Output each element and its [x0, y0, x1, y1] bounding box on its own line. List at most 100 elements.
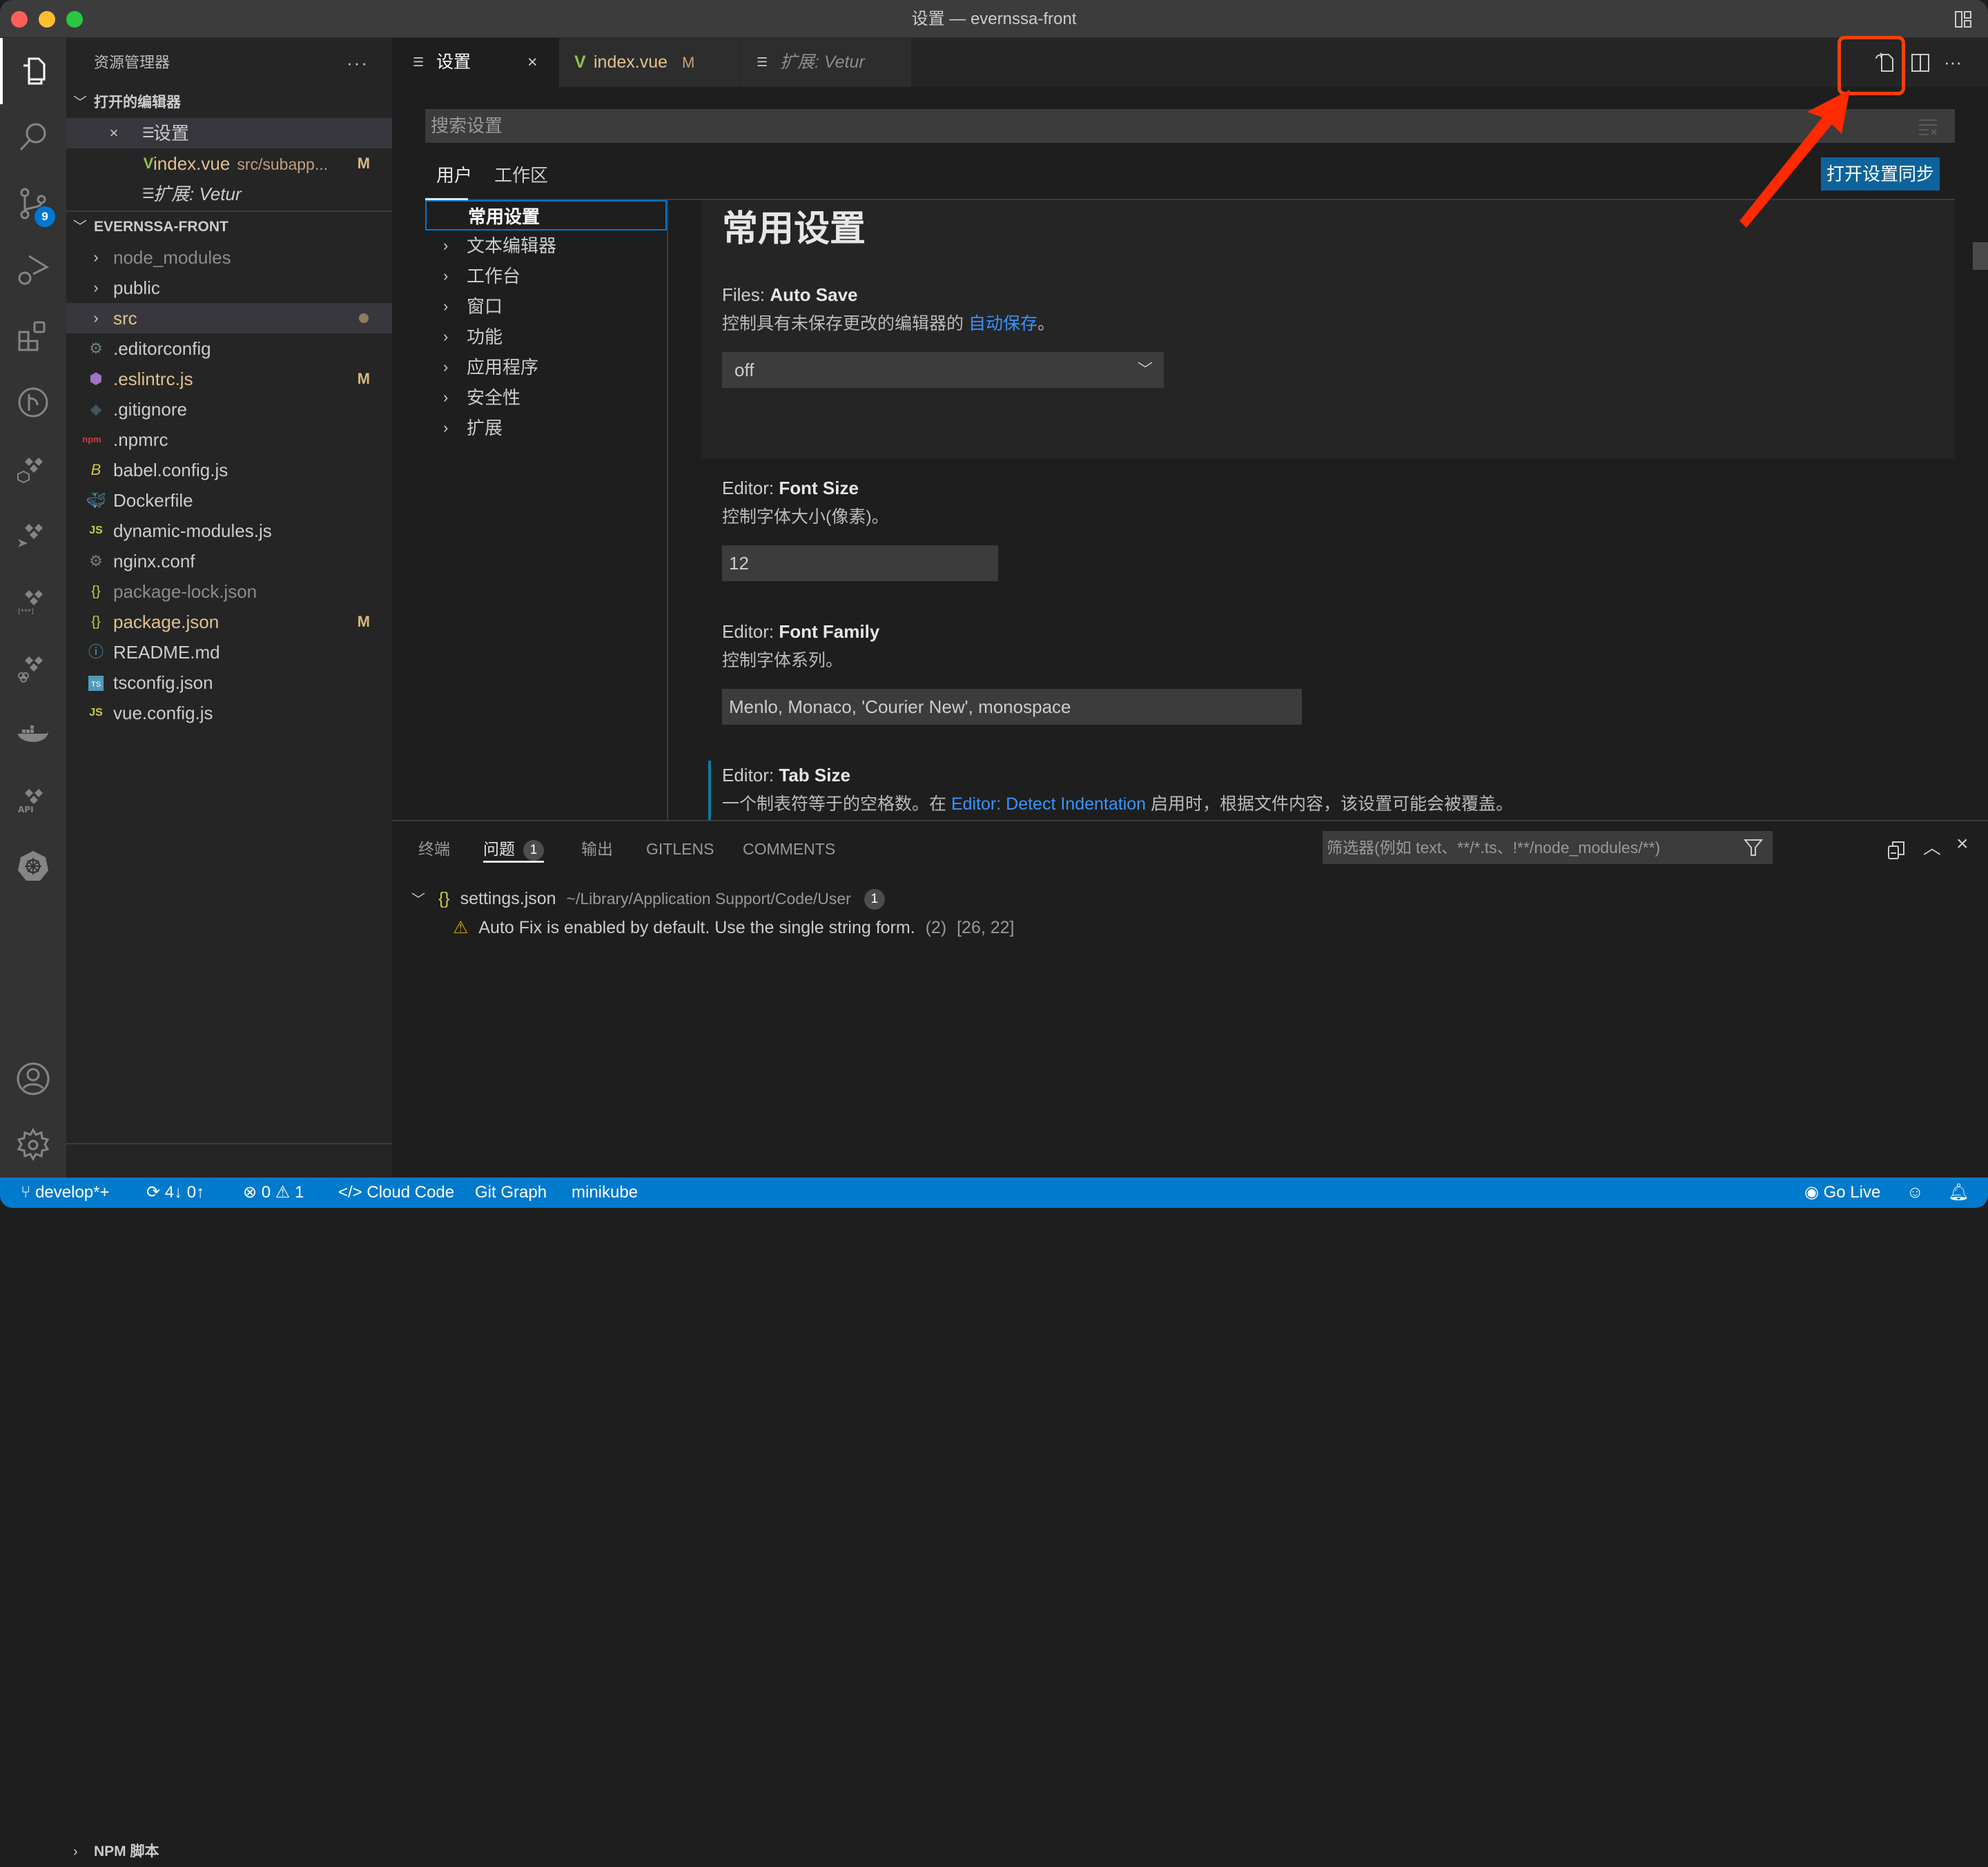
detect-indentation-link[interactable]: Editor: Detect Indentation: [951, 794, 1146, 814]
git-icon: ◆: [90, 400, 102, 418]
scope-user-tab[interactable]: 用户: [436, 162, 472, 189]
toc-item[interactable]: 常用设置: [425, 200, 667, 231]
status-bar: ⑂ develop*+ ⟳ 4↓ 0↑ ⊗ 0 ⚠ 1 </> Cloud Co…: [0, 1177, 1988, 1208]
error-icon: ⊗: [243, 1183, 262, 1202]
tree-folder[interactable]: › public: [66, 273, 392, 303]
more-actions-icon[interactable]: ···: [347, 38, 369, 88]
activity-explorer[interactable]: [0, 38, 66, 104]
filter-icon[interactable]: [1744, 838, 1763, 857]
tree-label: src: [113, 308, 137, 329]
toc-item[interactable]: › 安全性: [425, 382, 667, 413]
collapse-all-icon[interactable]: [1886, 839, 1908, 861]
tree-file[interactable]: ⚙ nginx.conf: [66, 546, 392, 576]
tab-settings[interactable]: ☰ 设置 ×: [392, 38, 559, 87]
tree-folder[interactable]: › node_modules: [66, 242, 392, 273]
tab-index-vue[interactable]: V index.vue M: [559, 38, 740, 87]
split-editor-icon[interactable]: [1911, 53, 1930, 72]
panel-tab-terminal[interactable]: 终端: [418, 835, 450, 863]
vue-icon: V: [574, 52, 586, 72]
activity-manage[interactable]: [0, 1112, 66, 1178]
close-panel-icon[interactable]: ×: [1956, 832, 1969, 856]
activity-cloud-code-run[interactable]: [0, 502, 66, 568]
auto-save-link[interactable]: 自动保存: [968, 314, 1037, 333]
tree-file[interactable]: {} package-lock.json: [66, 576, 392, 607]
panel-tab-problems[interactable]: 问题 1: [483, 835, 544, 863]
auto-save-select[interactable]: off ﹀: [722, 352, 1164, 388]
activity-extensions[interactable]: [0, 303, 66, 369]
sync-status[interactable]: ⟳ 4↓ 0↑: [146, 1177, 204, 1208]
toc-item[interactable]: › 文本编辑器: [425, 231, 667, 261]
section-label: 打开的编辑器: [94, 95, 181, 110]
font-family-input[interactable]: Menlo, Monaco, 'Courier New', monospace: [722, 689, 1302, 725]
tree-file[interactable]: Bbabel.config.js: [66, 455, 392, 485]
toc-item[interactable]: › 功能: [425, 322, 667, 352]
tree-file[interactable]: npm .npmrc: [66, 424, 392, 455]
activity-kubernetes[interactable]: [0, 833, 66, 899]
activity-cloud-code-apis[interactable]: [0, 634, 66, 701]
close-icon[interactable]: ×: [104, 118, 124, 148]
setting-title: Editor: Font Family: [722, 621, 880, 642]
panel-tab-gitlens[interactable]: GITLENS: [646, 835, 714, 863]
activity-cloud-code-secrets[interactable]: [***]: [0, 568, 66, 634]
close-icon[interactable]: ×: [527, 38, 538, 87]
toc-item[interactable]: › 窗口: [425, 291, 667, 322]
tree-file[interactable]: ⬢ .eslintrc.js M: [66, 364, 392, 394]
panel-tab-comments[interactable]: COMMENTS: [743, 835, 835, 863]
npm-scripts-section[interactable]: › NPM 脚本: [66, 1837, 392, 1867]
setting-editor-font-size: Editor: Font Size 控制字体大小(像素)。 12: [701, 458, 1955, 602]
clear-filter-icon[interactable]: [1918, 116, 1938, 137]
tree-file[interactable]: ⚙ .editorconfig: [66, 333, 392, 364]
git-graph-status[interactable]: Git Graph: [475, 1177, 547, 1208]
vertical-scrollbar[interactable]: [1973, 242, 1988, 270]
sidebar-header: 资源管理器 ···: [66, 38, 392, 88]
tree-file[interactable]: JS vue.config.js: [66, 698, 392, 728]
scope-workspace-tab[interactable]: 工作区: [494, 162, 548, 189]
go-live-status[interactable]: ◉ Go Live: [1804, 1177, 1880, 1208]
activity-search[interactable]: [0, 104, 66, 170]
cloud-code-status[interactable]: </> Cloud Code: [338, 1177, 454, 1208]
minikube-status[interactable]: minikube: [572, 1177, 638, 1208]
toc-item[interactable]: › 扩展: [425, 413, 667, 443]
feedback-icon[interactable]: ☺: [1907, 1177, 1924, 1208]
open-editor-index-vue[interactable]: V index.vue src/subapp... M: [66, 148, 392, 179]
sync-icon: ⟳: [146, 1183, 165, 1202]
activity-cloud-code-api[interactable]: API: [0, 767, 66, 833]
tree-file[interactable]: ⓘ README.md: [66, 637, 392, 667]
problem-file-row[interactable]: ﹀ {} settings.json ~/Library/Application…: [411, 885, 885, 912]
chevron-right-icon: ›: [73, 1844, 78, 1859]
tree-folder[interactable]: › src: [66, 303, 392, 333]
open-editor-settings[interactable]: × ☰ 设置: [66, 118, 392, 148]
notifications-bell-icon[interactable]: 🔔︎: [1948, 1177, 1969, 1208]
panel-tab-output[interactable]: 输出: [581, 835, 613, 863]
toc-item[interactable]: › 工作台: [425, 261, 667, 291]
chevron-right-icon: ›: [93, 309, 99, 326]
activity-accounts[interactable]: [0, 1046, 66, 1112]
activity-gitlens[interactable]: [0, 369, 66, 436]
activity-run-debug[interactable]: [0, 237, 66, 303]
open-editor-vetur[interactable]: ☰ 扩展: Vetur: [66, 179, 392, 209]
tree-file[interactable]: {} package.json M: [66, 607, 392, 637]
section-label: EVERNSSA-FRONT: [94, 219, 228, 235]
open-editors-section[interactable]: ﹀ 打开的编辑器: [66, 88, 392, 118]
activity-source-control[interactable]: 9: [0, 170, 66, 237]
tree-file[interactable]: ◆ .gitignore: [66, 394, 392, 424]
problems-filter-input[interactable]: 筛选器(例如 text、**/*.ts、!**/node_modules/**): [1323, 831, 1773, 864]
activity-cloud-code-kubernetes[interactable]: [0, 436, 66, 502]
problems-status[interactable]: ⊗ 0 ⚠ 1: [243, 1177, 304, 1208]
tree-file[interactable]: TS tsconfig.json: [66, 667, 392, 698]
tab-vetur[interactable]: ☰ 扩展: Vetur: [740, 38, 911, 87]
setting-editor-font-family: Editor: Font Family 控制字体系列。 Menlo, Monac…: [701, 602, 1955, 745]
toc-item[interactable]: › 应用程序: [425, 352, 667, 382]
tree-label: .npmrc: [113, 429, 168, 450]
branch-status[interactable]: ⑂ develop*+: [21, 1177, 110, 1208]
tree-label: package-lock.json: [113, 581, 257, 602]
maximize-panel-icon[interactable]: ︿: [1923, 834, 1941, 859]
customize-layout-icon[interactable]: [1953, 10, 1973, 29]
font-size-input[interactable]: 12: [722, 545, 998, 581]
problem-row[interactable]: ⚠ Auto Fix is enabled by default. Use th…: [453, 914, 1015, 941]
tree-file[interactable]: JS dynamic-modules.js: [66, 516, 392, 546]
tree-file[interactable]: 🐳︎ Dockerfile: [66, 485, 392, 516]
project-section[interactable]: ﹀ EVERNSSA-FRONT: [66, 212, 392, 242]
more-actions-icon[interactable]: ···: [1944, 38, 1962, 87]
activity-docker[interactable]: [0, 701, 66, 767]
